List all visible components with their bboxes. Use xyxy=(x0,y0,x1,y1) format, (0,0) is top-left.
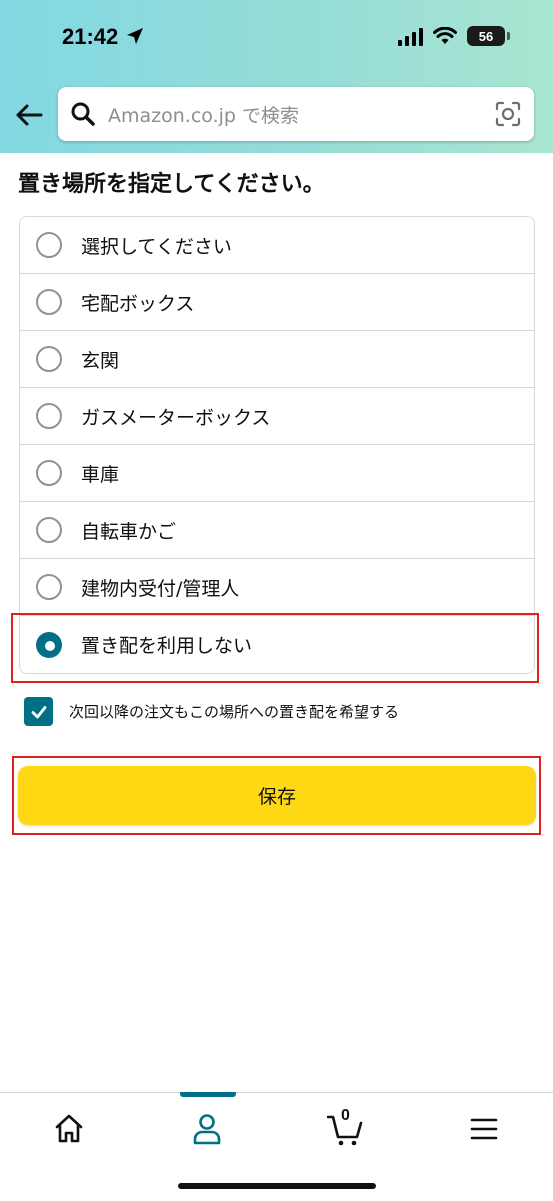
option-label: 置き配を利用しない xyxy=(81,635,253,657)
option-label: 自転車かご xyxy=(81,520,177,543)
option-no-drop-off[interactable]: 置き配を利用しない xyxy=(20,616,534,673)
checkbox-label: 次回以降の注文もこの場所への置き配を希望する xyxy=(69,703,400,721)
radio-button[interactable] xyxy=(36,289,62,315)
back-arrow-icon[interactable] xyxy=(14,100,44,130)
option-label: 選択してください xyxy=(81,235,232,258)
search-icon xyxy=(71,102,95,126)
checkmark-icon xyxy=(31,705,46,718)
option-bicycle-basket[interactable]: 自転車かご xyxy=(20,502,534,559)
option-label: 宅配ボックス xyxy=(81,292,195,315)
camera-scan-icon[interactable] xyxy=(494,100,522,128)
option-gas-meter-box[interactable]: ガスメーターボックス xyxy=(20,388,534,445)
cellular-signal-icon xyxy=(398,26,423,46)
option-label: 建物内受付/管理人 xyxy=(81,577,240,600)
radio-button[interactable] xyxy=(36,232,62,258)
account-icon[interactable] xyxy=(189,1111,225,1147)
option-building-reception[interactable]: 建物内受付/管理人 xyxy=(20,559,534,616)
radio-button-selected[interactable] xyxy=(36,631,62,658)
home-icon[interactable] xyxy=(51,1111,87,1147)
page-title: 置き場所を指定してください。 xyxy=(18,172,325,197)
option-label: 車庫 xyxy=(81,463,120,486)
remember-location-checkbox-row[interactable]: 次回以降の注文もこの場所への置き配を希望する xyxy=(24,697,399,726)
save-button[interactable]: 保存 xyxy=(18,766,536,825)
option-delivery-box[interactable]: 宅配ボックス xyxy=(20,274,534,331)
battery-icon: 56 xyxy=(467,26,510,46)
option-garage[interactable]: 車庫 xyxy=(20,445,534,502)
status-time: 21:42 xyxy=(62,24,119,49)
wifi-icon xyxy=(433,27,457,44)
radio-button[interactable] xyxy=(36,517,62,543)
location-arrow-icon xyxy=(127,28,143,44)
radio-button[interactable] xyxy=(36,346,62,372)
radio-button[interactable] xyxy=(36,403,62,429)
battery-level: 56 xyxy=(478,28,494,44)
cart-button[interactable]: 0 xyxy=(326,1107,363,1147)
home-indicator xyxy=(178,1183,376,1189)
menu-icon[interactable] xyxy=(466,1111,502,1147)
radio-button[interactable] xyxy=(36,574,62,600)
header: 21:42 56 Amazon.co.jp で検索 xyxy=(0,0,553,153)
search-bar[interactable]: Amazon.co.jp で検索 xyxy=(58,87,534,141)
option-front-door[interactable]: 玄関 xyxy=(20,331,534,388)
cart-count: 0 xyxy=(341,1107,350,1124)
delivery-location-options: 選択してください 宅配ボックス 玄関 ガスメーターボックス 車庫 自転車かご 建… xyxy=(19,216,535,674)
checkbox-checked[interactable] xyxy=(24,697,53,726)
search-input[interactable]: Amazon.co.jp で検索 xyxy=(108,101,299,128)
radio-button[interactable] xyxy=(36,460,62,486)
status-icons: 56 xyxy=(398,26,510,46)
active-tab-indicator xyxy=(180,1092,236,1097)
option-label: ガスメーターボックス xyxy=(81,406,271,429)
option-select-prompt[interactable]: 選択してください xyxy=(20,217,534,274)
option-label: 玄関 xyxy=(81,349,120,372)
